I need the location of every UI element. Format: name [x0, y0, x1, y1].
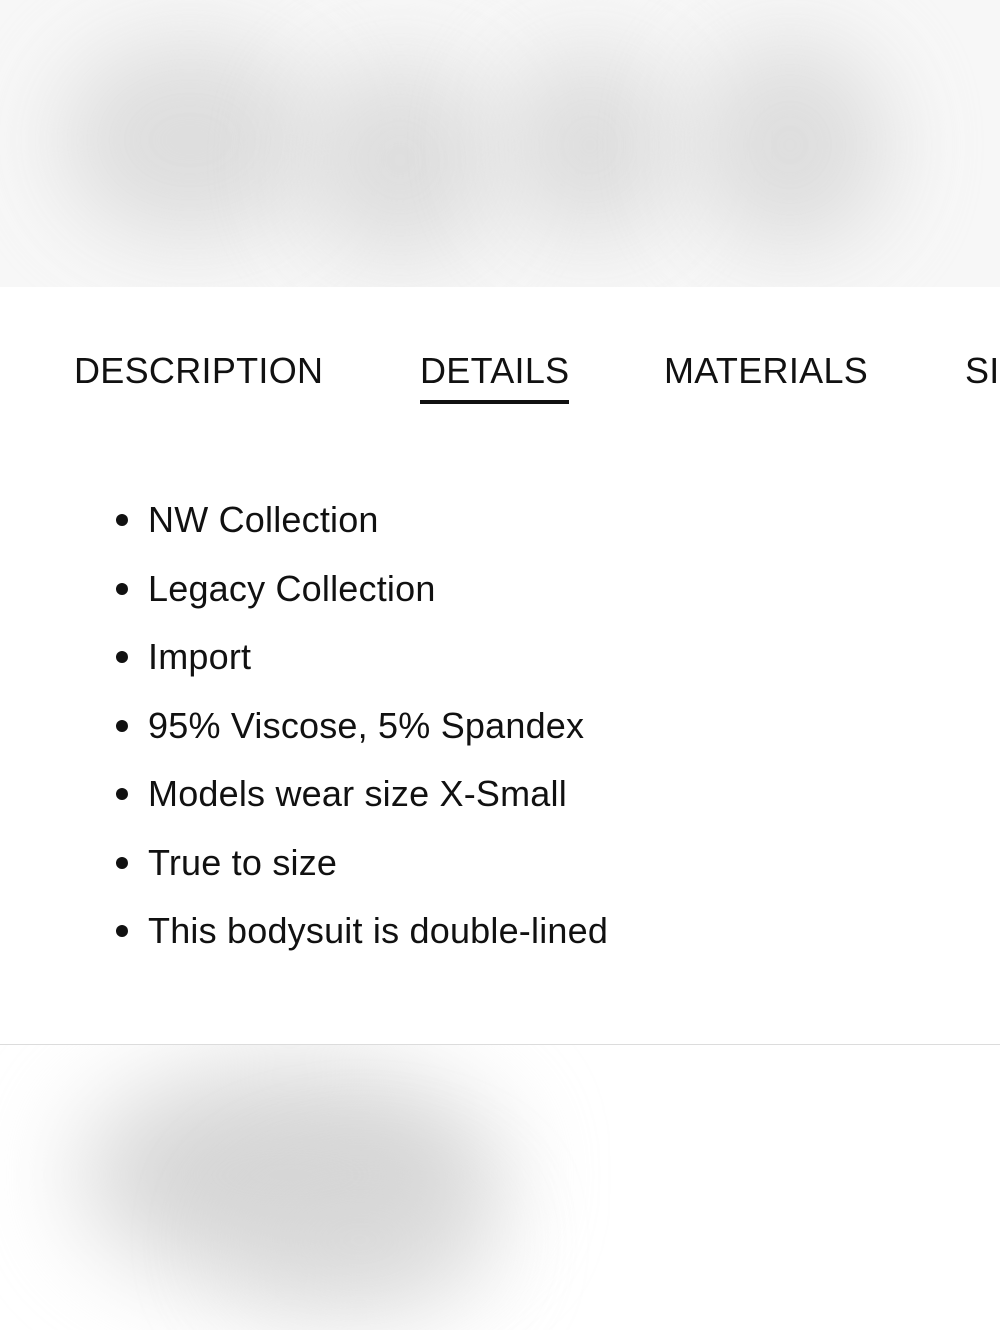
list-item: This bodysuit is double-lined [0, 908, 608, 977]
list-item-text: 95% Viscose, 5% Spandex [148, 704, 585, 746]
bullet-icon [116, 651, 128, 663]
details-list: NW Collection Legacy Collection Import 9… [0, 497, 608, 977]
tab-details[interactable]: DETAILS [420, 350, 570, 404]
list-item-text: Legacy Collection [148, 567, 436, 609]
list-item-text: Import [148, 636, 252, 677]
bullet-icon [116, 788, 128, 800]
tab-materials[interactable]: MATERIALS [664, 350, 868, 392]
list-item-text: True to size [148, 841, 338, 883]
bullet-icon [116, 514, 128, 526]
list-item: Models wear size X-Small [0, 771, 608, 840]
bullet-icon [116, 582, 128, 595]
list-item: Legacy Collection [0, 566, 608, 635]
tab-description[interactable]: DESCRIPTION [74, 350, 323, 392]
bullet-icon [116, 719, 128, 732]
product-info-tabs: DESCRIPTION DETAILS MATERIALS SI [0, 287, 1000, 417]
list-item: Import [0, 634, 608, 703]
product-image-blurred-top [0, 0, 1000, 287]
bullet-icon [116, 856, 128, 869]
tab-size[interactable]: SI [965, 350, 1000, 392]
list-item-text: This bodysuit is double-lined [148, 910, 609, 951]
list-item-text: NW Collection [148, 499, 379, 540]
details-panel: NW Collection Legacy Collection Import 9… [0, 417, 1000, 1044]
list-item-text: Models wear size X-Small [148, 773, 567, 814]
list-item: True to size [0, 840, 608, 909]
list-item: 95% Viscose, 5% Spandex [0, 703, 608, 772]
list-item: NW Collection [0, 497, 608, 566]
product-image-blurred-bottom [0, 1045, 1000, 1330]
bullet-icon [116, 925, 128, 937]
